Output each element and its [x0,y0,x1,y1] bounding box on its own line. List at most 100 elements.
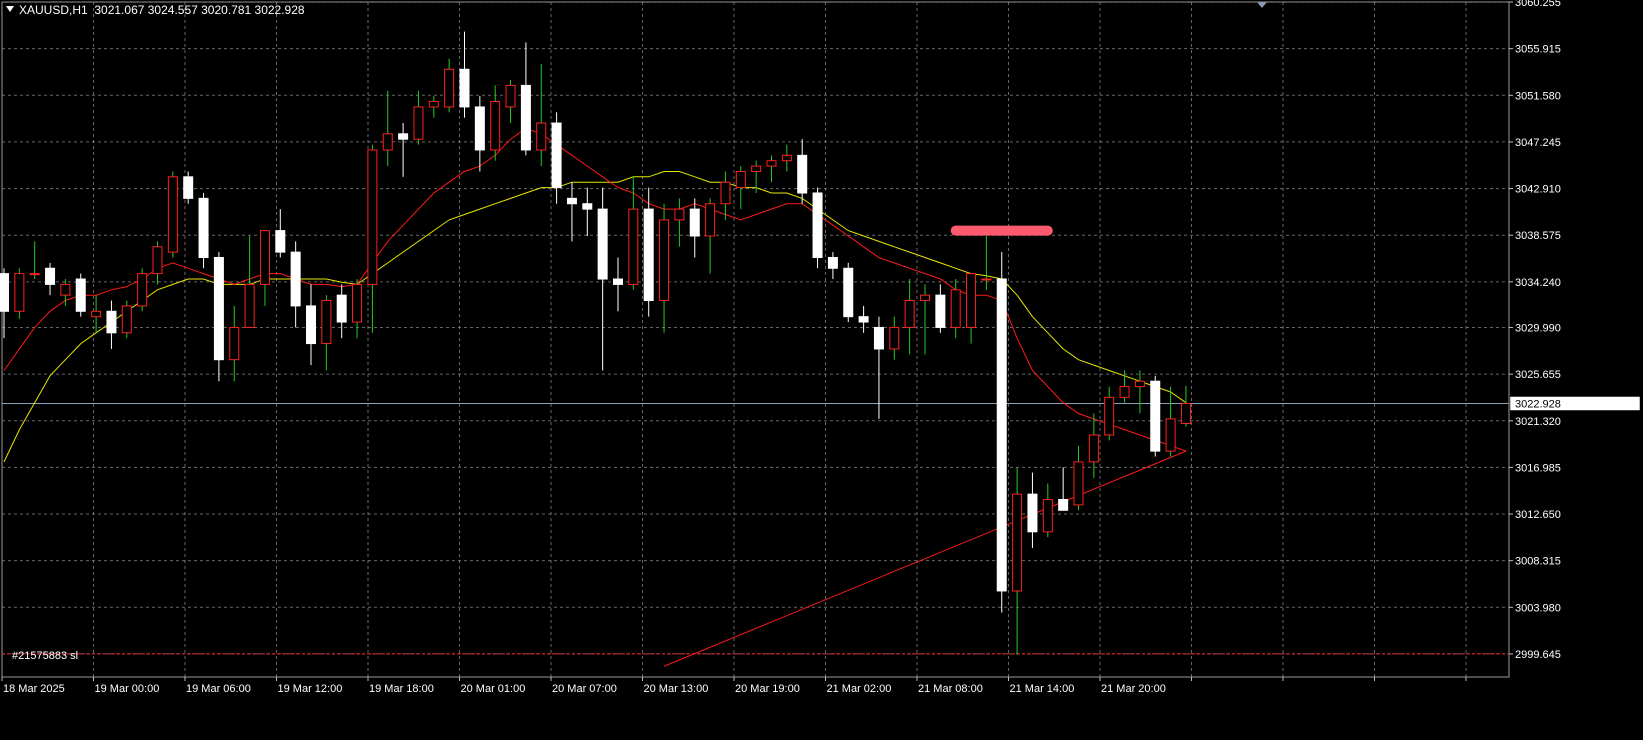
candle[interactable] [551,112,562,204]
candle-body [659,219,670,302]
candle[interactable] [1180,385,1191,427]
candle[interactable] [904,279,915,355]
candle[interactable] [60,279,71,306]
candle[interactable] [413,90,424,145]
candle-body [904,300,915,328]
candle[interactable] [996,252,1007,613]
candle[interactable] [367,144,378,333]
candle[interactable] [735,166,746,210]
candle-body [812,192,823,259]
candle-body [935,294,946,328]
candle[interactable] [766,155,777,183]
candle[interactable] [812,187,823,269]
candle[interactable] [275,209,286,258]
candle[interactable] [14,268,25,319]
candle[interactable] [1165,386,1176,457]
candle[interactable] [843,262,854,323]
candle[interactable] [444,58,455,113]
candle[interactable] [520,42,531,156]
candle[interactable] [259,230,270,306]
candle[interactable] [613,257,623,312]
candle-body [950,289,961,328]
candle[interactable] [935,284,946,333]
candle[interactable] [106,300,117,349]
candle[interactable] [1027,472,1038,548]
candle[interactable] [797,139,808,204]
candle[interactable] [1073,445,1084,511]
candle-body [889,326,900,350]
candle-body [781,154,792,162]
candle[interactable] [167,171,178,258]
candle[interactable] [1119,370,1130,403]
candle[interactable] [1042,483,1053,538]
candle[interactable] [244,235,255,328]
candle[interactable] [628,176,639,290]
candle-body [751,165,762,172]
candle[interactable] [505,80,516,124]
candle[interactable] [1150,375,1161,457]
candle[interactable] [490,85,501,161]
candle-body [551,122,562,189]
candle-body [1119,386,1130,398]
candle[interactable] [152,241,163,285]
candle[interactable] [536,63,547,167]
menu-triangle-icon[interactable] [6,6,14,12]
candle[interactable] [198,192,209,269]
chart-shift-icon[interactable] [1257,2,1267,8]
candle[interactable] [643,187,654,317]
candle[interactable] [1104,386,1115,441]
candle-body [1134,380,1145,388]
candle[interactable] [1012,467,1023,655]
candle[interactable] [321,295,332,371]
chart-window[interactable]: 3060.255 3055.915 3051.580 3047.245 3042.910… [0,0,1643,736]
candle[interactable] [75,273,86,317]
x-tick-label: 20 Mar 19:00 [735,683,800,695]
candle[interactable] [398,123,409,177]
candle[interactable] [1058,467,1069,511]
candle[interactable] [459,31,470,118]
candle[interactable] [781,144,792,172]
candle[interactable] [137,268,148,312]
candle[interactable] [705,198,716,274]
candle[interactable] [827,252,838,280]
candle[interactable] [336,284,347,339]
candle[interactable] [213,252,224,382]
price-chart[interactable]: 3060.255 3055.915 3051.580 3047.245 3042.910… [0,0,1643,736]
candle[interactable] [981,235,992,290]
candle[interactable] [659,203,670,333]
candle[interactable] [720,171,731,220]
y-tick-label: 2999.645 [1515,649,1561,661]
candle[interactable] [597,187,608,371]
candle[interactable] [29,241,40,280]
candle[interactable] [382,90,393,167]
candle[interactable] [582,187,593,236]
candle[interactable] [689,198,700,258]
y-tick-label: 3060.255 [1515,0,1561,9]
candle[interactable] [229,305,240,382]
ohlc-readout: 3021.067 3024.557 3020.781 3022.928 [94,3,305,17]
candle[interactable] [966,273,977,344]
candle[interactable] [121,300,132,339]
y-tick-label: 3016.985 [1515,462,1561,474]
candle[interactable] [290,241,301,328]
candle-body [797,154,808,194]
candle[interactable] [674,198,685,247]
candle[interactable] [352,279,363,339]
candle[interactable] [306,284,316,366]
candle[interactable] [428,96,439,118]
candle-body [920,294,930,302]
candle[interactable] [474,96,485,172]
candle[interactable] [45,262,56,296]
candle-body [689,208,700,237]
candle[interactable] [1088,413,1099,479]
candle[interactable] [920,284,930,355]
candle[interactable] [889,316,900,360]
candle[interactable] [1134,370,1145,414]
x-tick-label: 19 Mar 12:00 [278,683,343,695]
candle[interactable] [858,305,869,333]
candle-body [966,273,977,328]
candle-body [1042,499,1053,533]
x-tick-label: 20 Mar 07:00 [552,683,617,695]
candle[interactable] [566,182,577,242]
candle[interactable] [0,268,9,339]
